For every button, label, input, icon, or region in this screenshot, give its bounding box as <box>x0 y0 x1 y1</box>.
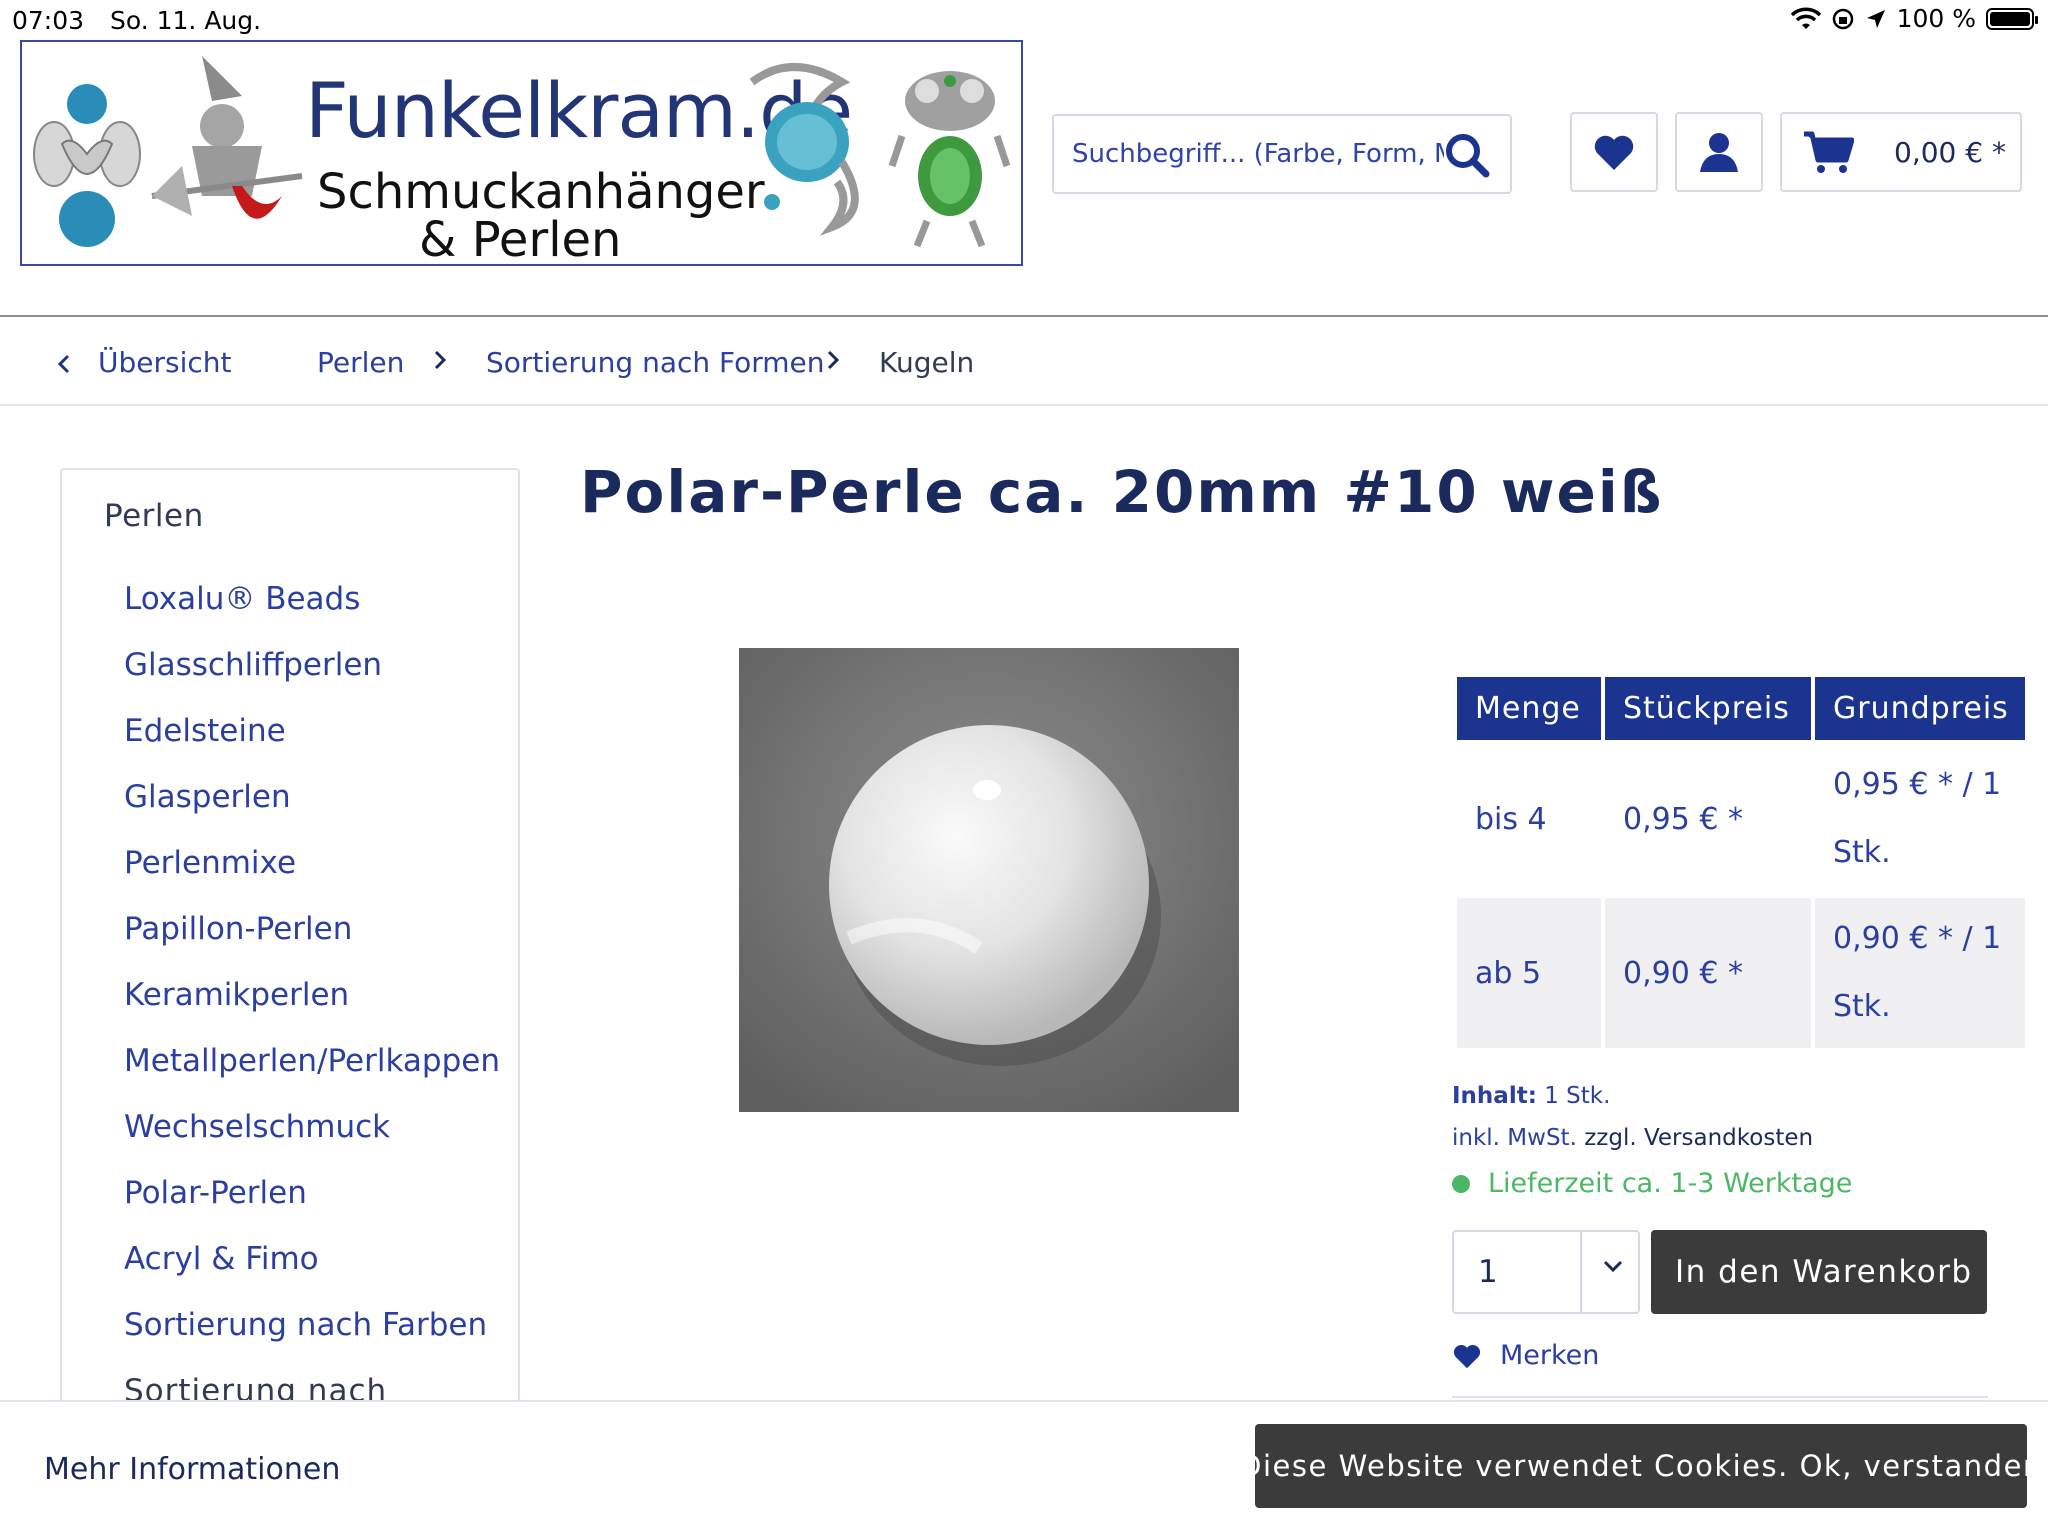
wishlist-link[interactable]: Merken <box>1452 1340 1599 1371</box>
delivery-text: Lieferzeit ca. 1-3 Werktage <box>1488 1168 1853 1199</box>
breadcrumb-back[interactable]: Übersicht <box>98 346 232 379</box>
status-date: So. 11. Aug. <box>110 6 262 35</box>
sidebar-item-farben[interactable]: Sortierung nach Farben <box>124 1292 500 1358</box>
price-table-row: ab 5 0,90 € * 0,90 € * / 1 Stk. <box>1457 898 2025 1048</box>
shop-logo[interactable]: Funkelkram.de Schmuckanhänger & Perlen <box>20 40 1023 266</box>
grundpreis-line-2: Stk. <box>1833 835 1891 870</box>
delivery-info: Lieferzeit ca. 1-3 Werktage <box>1452 1168 1852 1199</box>
cookie-accept-button[interactable]: Diese Website verwendet Cookies. Ok, ver… <box>1239 1424 2041 1508</box>
tax-text: inkl. MwSt. <box>1452 1125 1577 1151</box>
header-divider <box>0 315 2048 317</box>
heart-icon <box>1453 1344 1481 1368</box>
angel-pendant-icon <box>33 84 141 247</box>
heart-icon <box>1594 135 1634 170</box>
sidebar-item-perlenmixe[interactable]: Perlenmixe <box>124 830 500 896</box>
dragon-pendant-icon <box>749 63 859 236</box>
price-table-header-grundpreis: Grundpreis <box>1815 677 2025 740</box>
sidebar-heading: Perlen <box>104 498 204 534</box>
price-table-header-stueckpreis: Stückpreis <box>1605 677 1811 740</box>
quantity-divider <box>1580 1232 1582 1312</box>
wishlist-label: Merken <box>1500 1340 1600 1371</box>
sidebar-item-metallperlen[interactable]: Metallperlen/Perlkappen <box>124 1028 500 1094</box>
price-cell-grundpreis: 0,90 € * / 1 Stk. <box>1815 898 2025 1048</box>
shipping-link[interactable]: zzgl. Versandkosten <box>1584 1125 1813 1151</box>
quantity-value: 1 <box>1478 1254 1498 1290</box>
bead-image <box>739 648 1239 1112</box>
battery-icon <box>1986 7 2038 30</box>
content-info: Inhalt: 1 Stk. <box>1452 1083 1610 1109</box>
chevron-down-icon <box>1603 1260 1623 1273</box>
category-sidebar: Perlen Loxalu® Beads Glasschliffperlen E… <box>60 468 520 1536</box>
grundpreis-line-2: Stk. <box>1833 989 1891 1024</box>
status-bar: 07:03 So. 11. Aug. 100 % <box>0 0 2048 40</box>
search-icon[interactable] <box>1444 132 1490 178</box>
sidebar-item-polar-perlen[interactable]: Polar-Perlen <box>124 1160 500 1226</box>
add-to-cart-button[interactable]: In den Warenkorb <box>1651 1230 1987 1314</box>
battery-percentage: 100 % <box>1896 4 1976 33</box>
witch-pendant-icon <box>151 56 303 219</box>
sidebar-item-acryl-fimo[interactable]: Acryl & Fimo <box>124 1226 500 1292</box>
price-table-header-menge: Menge <box>1457 677 1601 740</box>
divider <box>1452 1396 1988 1398</box>
sidebar-item-wechselschmuck[interactable]: Wechselschmuck <box>124 1094 500 1160</box>
product-title: Polar-Perle ca. 20mm #10 weiß <box>580 458 1664 526</box>
chevron-left-icon <box>57 354 70 374</box>
logo-subtitle-2: & Perlen <box>419 212 622 266</box>
more-info-link[interactable]: Mehr Informationen <box>44 1452 340 1487</box>
breadcrumb-item-kugeln[interactable]: Kugeln <box>879 346 974 379</box>
wifi-icon <box>1790 7 1821 29</box>
account-button[interactable] <box>1675 112 1763 192</box>
quantity-select[interactable]: 1 <box>1452 1230 1640 1314</box>
wishlist-button[interactable] <box>1570 112 1658 192</box>
cookie-bar: Mehr Informationen Diese Website verwend… <box>0 1400 2048 1536</box>
breadcrumb: Übersicht Perlen Sortierung nach Formen … <box>0 318 2048 406</box>
cart-icon <box>1804 131 1854 173</box>
grundpreis-line-1: 0,95 € * / 1 <box>1833 767 2002 802</box>
search-bar[interactable] <box>1052 114 1512 194</box>
tax-info: inkl. MwSt. zzgl. Versandkosten <box>1452 1125 1813 1151</box>
price-table-row: bis 4 0,95 € * 0,95 € * / 1 Stk. <box>1457 744 2025 894</box>
sidebar-item-glasperlen[interactable]: Glasperlen <box>124 764 500 830</box>
chevron-right-icon <box>827 350 840 370</box>
cart-button[interactable]: 0,00 € * <box>1780 112 2022 192</box>
breadcrumb-item-formen[interactable]: Sortierung nach Formen <box>486 346 825 379</box>
price-table: Menge Stückpreis Grundpreis bis 4 0,95 €… <box>1453 673 2029 1052</box>
content-label: Inhalt: <box>1452 1083 1537 1109</box>
sidebar-item-glasschliffperlen[interactable]: Glasschliffperlen <box>124 632 500 698</box>
grundpreis-line-1: 0,90 € * / 1 <box>1833 921 2002 956</box>
sidebar-item-loxalu[interactable]: Loxalu® Beads <box>124 566 500 632</box>
price-cell-stueckpreis: 0,90 € * <box>1605 898 1811 1048</box>
user-icon <box>1700 133 1738 172</box>
location-arrow-icon <box>1866 9 1885 28</box>
price-cell-stueckpreis: 0,95 € * <box>1623 801 1743 837</box>
content-value: 1 Stk. <box>1544 1083 1611 1109</box>
chevron-right-icon <box>434 350 447 370</box>
price-cell-menge: ab 5 <box>1457 898 1601 1048</box>
sidebar-item-edelsteine[interactable]: Edelsteine <box>124 698 500 764</box>
sidebar-item-keramikperlen[interactable]: Keramikperlen <box>124 962 500 1028</box>
search-input[interactable] <box>1054 139 1444 169</box>
sidebar-item-papillon-perlen[interactable]: Papillon-Perlen <box>124 896 500 962</box>
frog-pendant-icon <box>888 71 1011 248</box>
cart-amount: 0,00 € * <box>1894 135 2006 169</box>
product-image[interactable] <box>739 648 1239 1112</box>
orientation-lock-icon <box>1832 8 1853 29</box>
status-time: 07:03 <box>12 6 85 35</box>
price-cell-menge: bis 4 <box>1475 801 1547 837</box>
delivery-status-dot <box>1452 1174 1470 1193</box>
price-cell-grundpreis: 0,95 € * / 1 Stk. <box>1815 744 2025 894</box>
breadcrumb-item-perlen[interactable]: Perlen <box>317 346 404 379</box>
